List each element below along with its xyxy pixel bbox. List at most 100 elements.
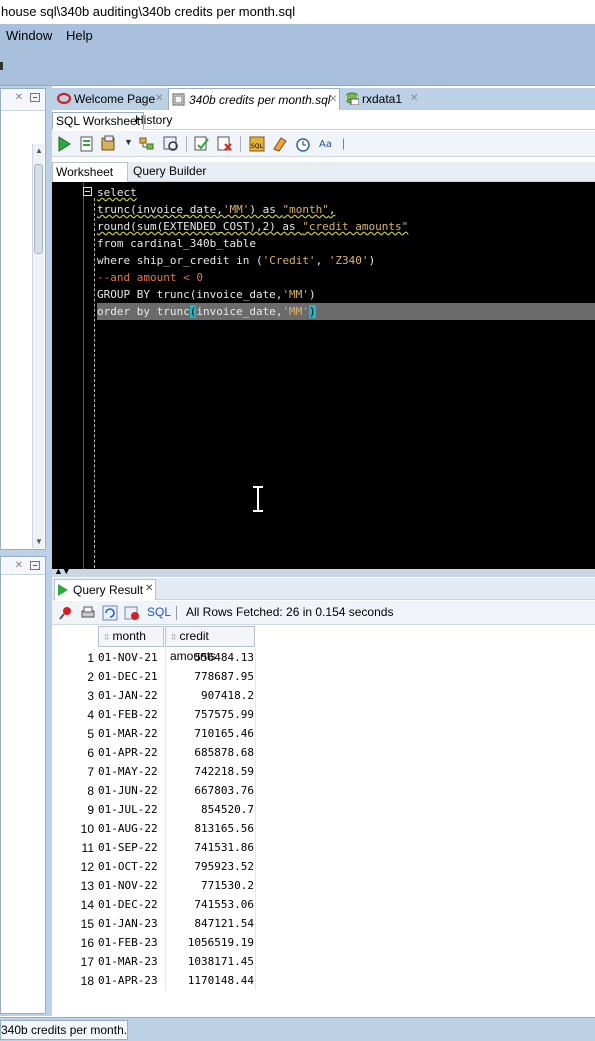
- cell-month[interactable]: 01-JAN-22: [98, 689, 158, 702]
- navigator-scrollbar[interactable]: ▲ ▼: [32, 144, 44, 548]
- cell-credit-amount[interactable]: 741553.06: [165, 898, 254, 911]
- tab-sql-worksheet[interactable]: SQL Worksheet: [52, 112, 145, 130]
- cell-credit-amount[interactable]: 685878.68: [165, 746, 254, 759]
- toolbar-grip-icon[interactable]: [0, 62, 3, 70]
- tab-query-result[interactable]: Query Result ✕: [54, 579, 156, 600]
- table-row[interactable]: 3 01-JAN-22 907418.2: [52, 686, 595, 705]
- table-row[interactable]: 11 01-SEP-22 741531.86: [52, 838, 595, 857]
- cell-month[interactable]: 01-MAY-22: [98, 765, 158, 778]
- cell-credit-amount[interactable]: 778687.95: [165, 670, 254, 683]
- tab-query-builder[interactable]: Query Builder: [130, 162, 209, 182]
- sql-link[interactable]: SQL: [147, 605, 171, 619]
- cell-credit-amount[interactable]: 710165.46: [165, 727, 254, 740]
- table-row[interactable]: 4 01-FEB-22 757575.99: [52, 705, 595, 724]
- cell-month[interactable]: 01-JUN-22: [98, 784, 158, 797]
- cell-credit-amount[interactable]: 907418.2: [165, 689, 254, 702]
- run-script-icon[interactable]: [78, 135, 96, 153]
- cell-month[interactable]: 01-JUL-22: [98, 803, 158, 816]
- cell-month[interactable]: 01-FEB-22: [98, 708, 158, 721]
- cell-month[interactable]: 01-JAN-23: [98, 917, 158, 930]
- format-case-icon[interactable]: Aa: [318, 135, 336, 153]
- cell-credit-amount[interactable]: 757575.99: [165, 708, 254, 721]
- pin-icon[interactable]: [58, 605, 74, 621]
- table-row[interactable]: 14 01-DEC-22 741553.06: [52, 895, 595, 914]
- menu-help[interactable]: Help: [66, 28, 93, 43]
- cell-credit-amount[interactable]: 742218.59: [165, 765, 254, 778]
- cell-credit-amount[interactable]: 847121.54: [165, 917, 254, 930]
- cell-credit-amount[interactable]: 795923.52: [165, 860, 254, 873]
- cancel-query-icon[interactable]: [124, 605, 140, 621]
- refresh-icon[interactable]: [102, 605, 118, 621]
- cell-credit-amount[interactable]: 556484.13: [165, 651, 254, 664]
- cell-credit-amount[interactable]: 1038171.45: [165, 955, 254, 968]
- close-icon[interactable]: ✕: [329, 89, 337, 111]
- column-header-month[interactable]: ⇳ month: [98, 626, 164, 647]
- table-row[interactable]: 13 01-NOV-22 771530.2: [52, 876, 595, 895]
- explain-plan-icon[interactable]: [138, 135, 156, 153]
- cell-month[interactable]: 01-APR-23: [98, 974, 158, 987]
- cell-month[interactable]: 01-DEC-21: [98, 670, 158, 683]
- history-icon[interactable]: [294, 135, 312, 153]
- sql-editor[interactable]: select trunc(invoice_date,'MM') as "mont…: [52, 182, 595, 569]
- table-row[interactable]: 12 01-OCT-22 795923.52: [52, 857, 595, 876]
- cell-month[interactable]: 01-NOV-21: [98, 651, 158, 664]
- tab-worksheet[interactable]: Worksheet: [52, 162, 128, 182]
- unshared-sql-icon[interactable]: SQL: [248, 135, 266, 153]
- commit-transaction-icon[interactable]: [193, 135, 211, 153]
- table-row[interactable]: 6 01-APR-22 685878.68: [52, 743, 595, 762]
- close-icon[interactable]: ✕: [15, 92, 23, 103]
- tab-rxdata1[interactable]: rxdata1 ✕: [342, 88, 422, 110]
- column-header-credit-amounts[interactable]: ⇳ credit amounts: [165, 626, 255, 663]
- table-row[interactable]: 15 01-JAN-23 847121.54: [52, 914, 595, 933]
- cell-credit-amount[interactable]: 1056519.19: [165, 936, 254, 949]
- scrollbar-thumb[interactable]: [34, 164, 43, 254]
- cell-month[interactable]: 01-SEP-22: [98, 841, 158, 854]
- autotrace-icon[interactable]: [162, 135, 180, 153]
- cell-month[interactable]: 01-AUG-22: [98, 822, 158, 835]
- cell-credit-amount[interactable]: 1170148.44: [165, 974, 254, 987]
- run-statement-icon[interactable]: [55, 135, 73, 153]
- menu-window[interactable]: Window: [6, 28, 52, 43]
- minimize-icon[interactable]: [30, 93, 40, 102]
- editor-results-splitter[interactable]: ▲▼: [52, 566, 595, 577]
- table-row[interactable]: 17 01-MAR-23 1038171.45: [52, 952, 595, 971]
- cell-month[interactable]: 01-DEC-22: [98, 898, 158, 911]
- table-row[interactable]: 7 01-MAY-22 742218.59: [52, 762, 595, 781]
- tab-history[interactable]: History: [132, 112, 175, 130]
- close-icon[interactable]: ✕: [155, 88, 163, 110]
- table-row[interactable]: 18 01-APR-23 1170148.44: [52, 971, 595, 990]
- rollback-icon[interactable]: [216, 135, 234, 153]
- cell-month[interactable]: 01-FEB-23: [98, 936, 158, 949]
- table-row[interactable]: 1 01-NOV-21 556484.13: [52, 648, 595, 667]
- minimize-icon[interactable]: [30, 561, 40, 570]
- code-area[interactable]: select trunc(invoice_date,'MM') as "mont…: [97, 184, 595, 320]
- tab-340b-credits-per-month[interactable]: 340b credits per month.sql ✕: [168, 88, 340, 110]
- cell-month[interactable]: 01-MAR-22: [98, 727, 158, 740]
- cell-credit-amount[interactable]: 813165.56: [165, 822, 254, 835]
- cell-credit-amount[interactable]: 771530.2: [165, 879, 254, 892]
- table-row[interactable]: 8 01-JUN-22 667803.76: [52, 781, 595, 800]
- clear-icon[interactable]: [271, 135, 289, 153]
- scroll-up-icon[interactable]: ▲: [35, 146, 43, 155]
- close-icon[interactable]: ✕: [410, 88, 418, 110]
- table-row[interactable]: 10 01-AUG-22 813165.56: [52, 819, 595, 838]
- collapse-arrows-icon[interactable]: ▲▼: [54, 566, 71, 576]
- print-icon[interactable]: [80, 605, 96, 621]
- table-row[interactable]: 2 01-DEC-21 778687.95: [52, 667, 595, 686]
- table-row[interactable]: 16 01-FEB-23 1056519.19: [52, 933, 595, 952]
- cell-credit-amount[interactable]: 854520.7: [165, 803, 254, 816]
- open-file-tab[interactable]: 340b credits per month.sql: [0, 1020, 128, 1040]
- tab-welcome-page[interactable]: Welcome Page ✕: [54, 88, 166, 110]
- fold-collapse-icon[interactable]: [83, 187, 92, 196]
- cell-month[interactable]: 01-OCT-22: [98, 860, 158, 873]
- commit-icon[interactable]: [100, 135, 118, 153]
- close-icon[interactable]: ✕: [145, 579, 153, 599]
- close-icon[interactable]: ✕: [15, 560, 23, 571]
- cell-month[interactable]: 01-NOV-22: [98, 879, 158, 892]
- table-row[interactable]: 5 01-MAR-22 710165.46: [52, 724, 595, 743]
- chevron-down-icon[interactable]: ▼: [124, 137, 133, 147]
- cell-month[interactable]: 01-APR-22: [98, 746, 158, 759]
- cell-credit-amount[interactable]: 667803.76: [165, 784, 254, 797]
- cell-credit-amount[interactable]: 741531.86: [165, 841, 254, 854]
- table-row[interactable]: 9 01-JUL-22 854520.7: [52, 800, 595, 819]
